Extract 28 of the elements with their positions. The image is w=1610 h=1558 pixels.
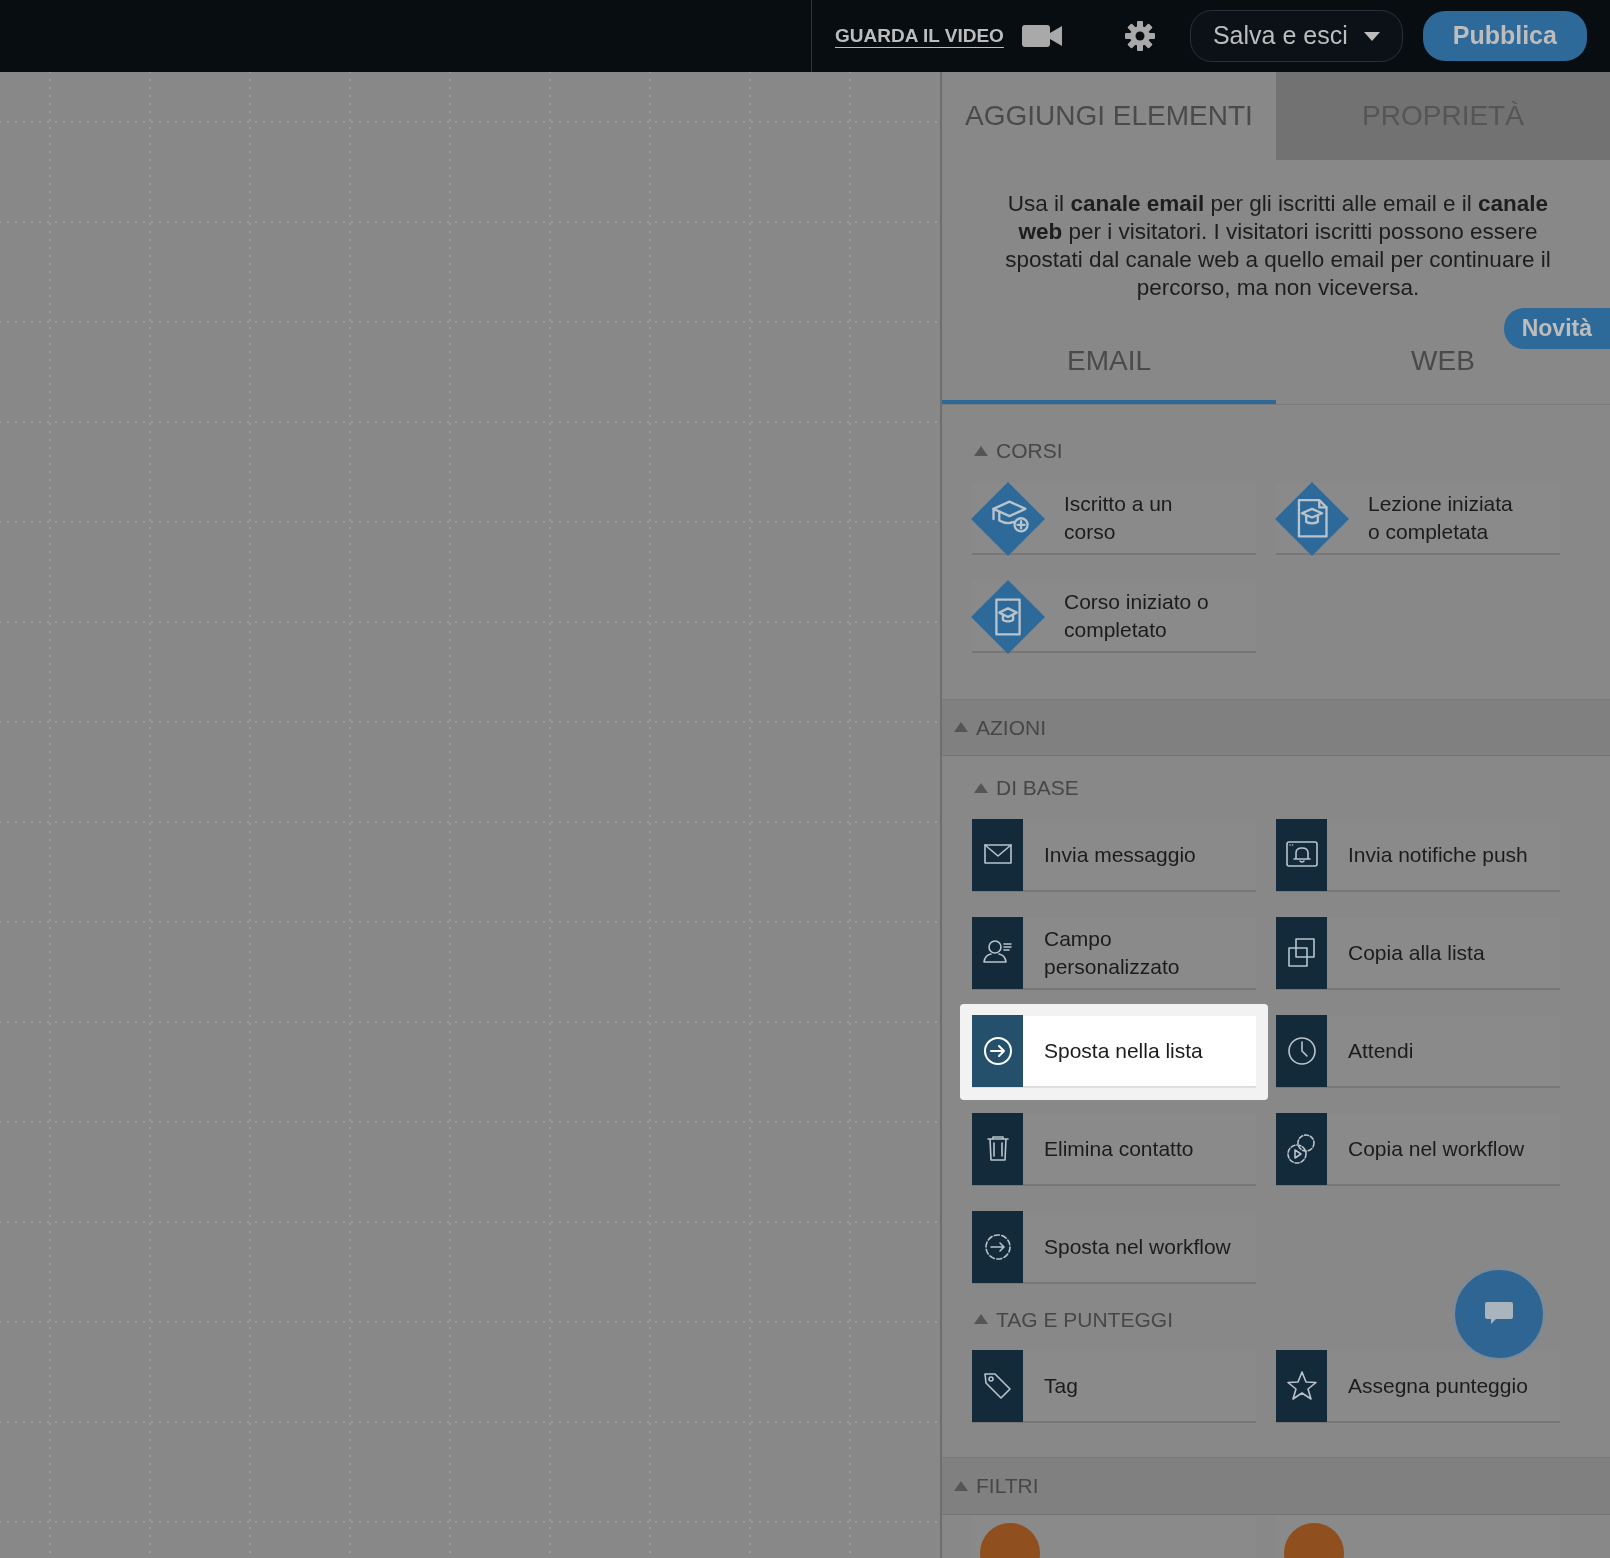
element-card[interactable]: Copia nel workflow — [1276, 1113, 1560, 1186]
graduation-cap-icon — [1274, 480, 1350, 557]
video-camera-icon[interactable] — [1021, 24, 1062, 48]
graduation-cap-icon — [970, 578, 1046, 655]
element-card[interactable]: Invia notifiche push — [1276, 819, 1560, 892]
settings-icon[interactable] — [1123, 20, 1156, 52]
save-and-exit-menu[interactable]: Salva e esci — [1189, 10, 1403, 62]
element-card[interactable]: Invia messaggio — [972, 819, 1256, 892]
description-text: Usa il canale email per gli iscritti alle email e il canale web per i visitatori. I visitatori iscritti possono essere spostati dal canale web a quello email per continuare il percorso, ma non viceversa. — [1004, 190, 1552, 302]
element-card[interactable]: Copia alla lista — [1276, 917, 1560, 990]
graduation-cap-icon — [970, 480, 1046, 557]
element-card[interactable]: Assegna punteggio — [1276, 1351, 1560, 1423]
element-card[interactable]: Tag — [972, 1351, 1256, 1423]
element-card[interactable]: Iscritto a un corso — [972, 482, 1256, 555]
caret-icon — [1363, 31, 1380, 41]
video-link[interactable]: GUARDA IL VIDEO — [835, 21, 1004, 51]
publish-button[interactable]: Pubblica — [1422, 11, 1587, 61]
element-card[interactable]: Campo personalizzato — [972, 917, 1256, 990]
element-card[interactable]: Corso iniziato o completato — [972, 580, 1256, 653]
channel-tab[interactable]: EMAIL — [942, 308, 1276, 404]
element-card[interactable]: Attendi — [1276, 1015, 1560, 1088]
element-card[interactable]: Elimina contatto — [972, 1113, 1256, 1186]
element-card[interactable]: Lezione iniziata o completata — [1276, 482, 1560, 555]
section-header[interactable]: TAG E PUNTEGGI — [974, 1303, 1173, 1335]
new-badge: Novità — [1503, 308, 1610, 349]
section-header[interactable]: DI BASE — [974, 772, 1079, 804]
section-header[interactable]: CORSI — [974, 435, 1063, 467]
element-card[interactable]: Sposta nel workflow — [972, 1211, 1256, 1284]
